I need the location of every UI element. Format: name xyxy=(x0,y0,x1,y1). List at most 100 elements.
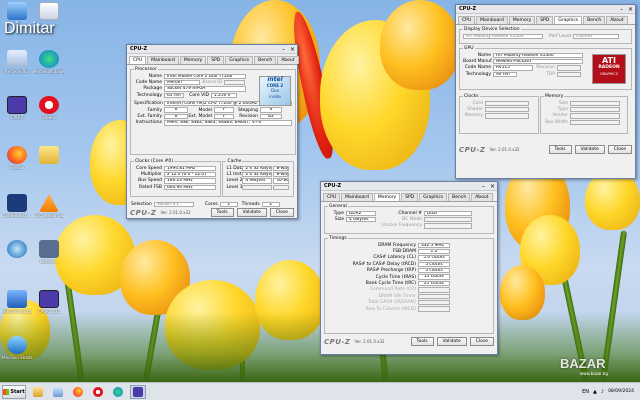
tab-mainboard[interactable]: Mainboard xyxy=(341,193,373,201)
cpuz-graphics-window[interactable]: CPU-Z – × CPU Mainboard Memory SPD Graphi… xyxy=(455,4,636,179)
desktop-icon-folder[interactable] xyxy=(34,146,64,165)
desktop-icon-opera[interactable]: Opera xyxy=(34,96,64,120)
start-button[interactable]: Start xyxy=(2,384,26,399)
gpu-clocks-group: Clocks Core Shader Memory xyxy=(459,94,539,134)
tab-spd[interactable]: SPD xyxy=(207,56,225,64)
gpu-codename-value: RV515 xyxy=(493,65,533,71)
validate-button[interactable]: Validate xyxy=(574,145,605,154)
taskbar-opera[interactable] xyxy=(90,385,106,399)
display-device-select[interactable]: ATI Mobility Radeon X1300 xyxy=(463,33,543,39)
vlc-icon xyxy=(39,194,59,212)
close-icon[interactable]: × xyxy=(488,182,497,190)
tab-bench[interactable]: Bench xyxy=(583,16,606,24)
tab-memory[interactable]: Memory xyxy=(508,16,536,24)
desktop-icon-computer[interactable] xyxy=(2,2,32,21)
tab-graphics[interactable]: Graphics xyxy=(554,16,583,24)
tools-button[interactable]: Tools xyxy=(548,145,572,154)
system-tray: EN ▲ ♪ 08/09/2024 xyxy=(582,389,640,395)
cas-latency-value: 5.0 clocks xyxy=(418,255,450,261)
tab-mainboard[interactable]: Mainboard xyxy=(147,56,179,64)
opera-icon xyxy=(93,386,103,397)
taskbar-file-explorer[interactable] xyxy=(30,385,46,399)
tab-memory[interactable]: Memory xyxy=(373,193,401,201)
taskbar-cpuz[interactable] xyxy=(130,384,146,399)
desktop-icon-netsky[interactable]: Netsky... xyxy=(34,240,64,264)
cpuz-tabs: CPU Mainboard Memory SPD Graphics Bench … xyxy=(321,191,497,202)
desktop-icon-shadowmaker[interactable]: MiniTool ShadowMaker xyxy=(2,336,32,360)
tools-button[interactable]: Tools xyxy=(410,337,434,346)
cpuz-icon xyxy=(7,96,27,114)
gpu-clocks-memory-area: Clocks Core Shader Memory Memory Size Ty… xyxy=(456,92,635,136)
cpuz-cpu-window[interactable]: CPU-Z – × CPU Mainboard Memory SPD Graphi… xyxy=(126,44,299,219)
validate-button[interactable]: Validate xyxy=(436,337,467,346)
desktop-icon-cpuz[interactable]: CPU-Z xyxy=(2,96,32,120)
window-title: CPU-Z xyxy=(324,183,342,189)
desktop-icon-cpuz32[interactable]: CPU-Z x32 xyxy=(34,290,64,314)
tab-bench[interactable]: Bench xyxy=(254,56,277,64)
desktop-icon-gameboost[interactable]: GameBoost ... xyxy=(2,194,32,218)
cpuz-brand: CPU-Z xyxy=(130,208,157,217)
language-indicator[interactable]: EN xyxy=(582,389,589,395)
close-button[interactable]: Close xyxy=(469,337,494,346)
close-icon[interactable]: × xyxy=(626,5,635,13)
close-icon[interactable]: × xyxy=(288,45,297,53)
window-title: CPU-Z xyxy=(459,6,477,12)
close-button[interactable]: Close xyxy=(269,208,294,218)
file-explorer-icon xyxy=(33,386,43,397)
minimize-button[interactable]: – xyxy=(479,182,488,190)
desktop-icon-network[interactable] xyxy=(2,240,32,259)
tab-graphics[interactable]: Graphics xyxy=(225,56,254,64)
tab-cpu[interactable]: CPU xyxy=(458,16,476,24)
tab-about[interactable]: About xyxy=(606,16,628,24)
desktop-icon-firefox[interactable]: Firefox xyxy=(2,146,32,170)
socket-select[interactable]: Socket #1 xyxy=(153,201,194,207)
minimize-button[interactable]: – xyxy=(617,5,626,13)
cpuz-memory-window[interactable]: CPU-Z – × CPU Mainboard Memory SPD Graphi… xyxy=(320,181,498,355)
clock-date: 08/09/2024 xyxy=(608,388,634,394)
cpuz-cpu-titlebar[interactable]: CPU-Z – × xyxy=(127,45,297,54)
taskbar-firefox[interactable] xyxy=(70,385,86,399)
clock[interactable]: 08/09/2024 xyxy=(608,389,634,395)
desktop-icon-minitool-partition[interactable]: MiniTool Partiti... xyxy=(2,290,32,314)
desktop-icon-edge[interactable]: Microsoft Edge xyxy=(34,50,64,74)
desktop-icon-recycle-bin[interactable]: Recycle Bin xyxy=(2,50,32,74)
perf-level-select[interactable]: Current xyxy=(573,33,619,39)
memory-general-group: General Type DDR2 Channel # Dual Size 4 GByt… xyxy=(324,204,494,234)
tab-spd[interactable]: SPD xyxy=(401,193,419,201)
minimize-button[interactable]: – xyxy=(279,45,288,53)
trp-value: 5 clocks xyxy=(418,268,450,274)
tab-about[interactable]: About xyxy=(277,56,299,64)
gpu-group: GPU Name ATI Mobility Radeon X1300 Board … xyxy=(459,46,632,90)
validate-button[interactable]: Validate xyxy=(236,208,267,218)
firefox-icon xyxy=(7,146,27,164)
user-folder-icon xyxy=(39,2,59,20)
cpuz-icon xyxy=(133,386,143,397)
tab-spd[interactable]: SPD xyxy=(536,16,554,24)
tab-memory[interactable]: Memory xyxy=(179,56,207,64)
volume-icon[interactable]: ♪ xyxy=(601,389,604,395)
taskbar-edge[interactable] xyxy=(110,385,126,399)
tab-bench[interactable]: Bench xyxy=(448,193,471,201)
tab-cpu[interactable]: CPU xyxy=(129,56,147,64)
gpu-memory-group: Memory Size Type Vendor Bus Width xyxy=(540,94,628,134)
close-button[interactable]: Close xyxy=(607,145,632,154)
show-hidden-icons-icon[interactable]: ▲ xyxy=(593,389,597,395)
taskbar: Start EN ▲ ♪ 08/09/2024 xyxy=(0,382,640,400)
tab-about[interactable]: About xyxy=(471,193,493,201)
cpuz-memory-titlebar[interactable]: CPU-Z – × xyxy=(321,182,497,191)
tab-graphics[interactable]: Graphics xyxy=(419,193,448,201)
tab-cpu[interactable]: CPU xyxy=(323,193,341,201)
desktop-icon-user-folder[interactable] xyxy=(34,2,64,21)
shadowmaker-icon xyxy=(7,336,27,354)
tools-button[interactable]: Tools xyxy=(210,208,234,218)
cpuz-graphics-titlebar[interactable]: CPU-Z – × xyxy=(456,5,635,14)
dram-frequency-value: 332.5 MHz xyxy=(418,242,450,248)
taskbar-folder[interactable] xyxy=(50,385,66,399)
tab-mainboard[interactable]: Mainboard xyxy=(476,16,508,24)
desktop-icon-vlc[interactable]: VLC media player xyxy=(34,194,64,218)
window-title: CPU-Z xyxy=(130,46,148,52)
cache-group: Cache L1 Data 2 x 32 KBytes 8-way L1 Inst.… xyxy=(222,159,294,197)
trcd-value: 5 clocks xyxy=(418,261,450,268)
core-speed-value: 1994.81 MHz xyxy=(164,165,216,171)
multiplier-value: x 12.0 (6.0 - 12.0) xyxy=(164,171,216,178)
